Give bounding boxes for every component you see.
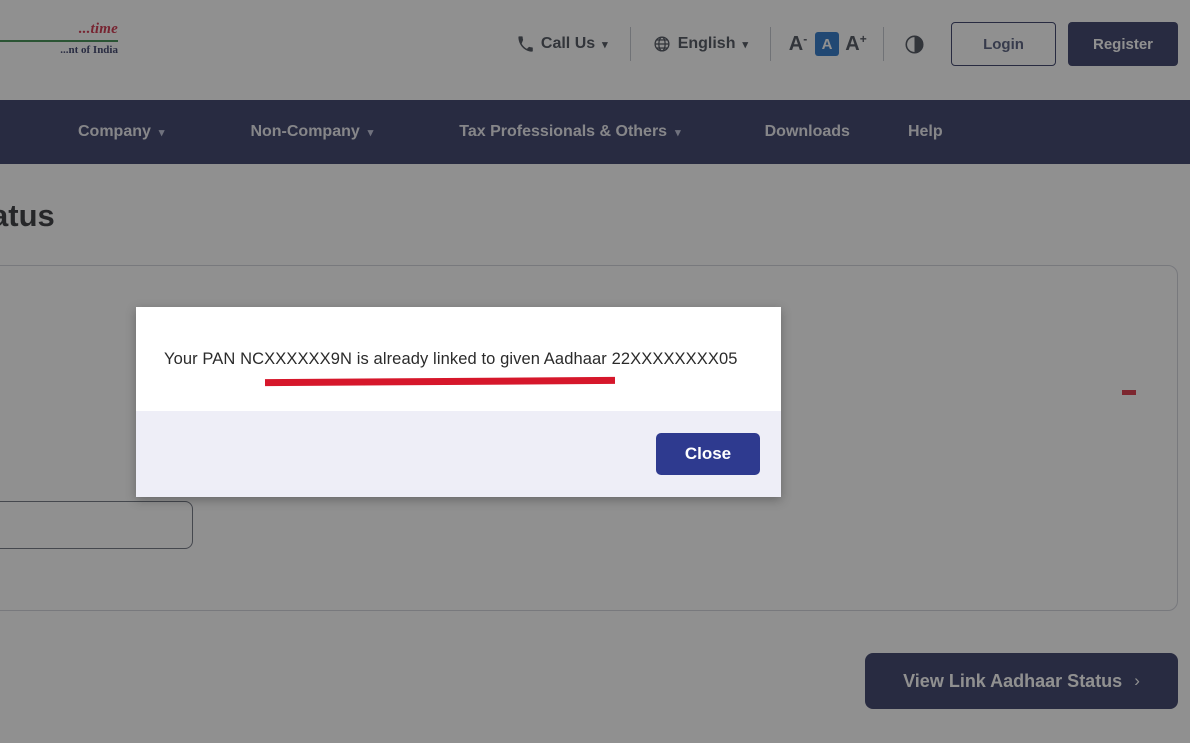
dialog-body: Your PAN NCXXXXXX9N is already linked to… (136, 307, 781, 411)
dialog-message: Your PAN NCXXXXXX9N is already linked to… (164, 349, 738, 368)
close-button-label: Close (684, 444, 732, 463)
close-button[interactable]: Close (656, 433, 760, 475)
annotation-underline (264, 376, 616, 387)
already-linked-dialog: Your PAN NCXXXXXX9N is already linked to… (136, 307, 781, 497)
dialog-footer: Close (136, 411, 781, 497)
